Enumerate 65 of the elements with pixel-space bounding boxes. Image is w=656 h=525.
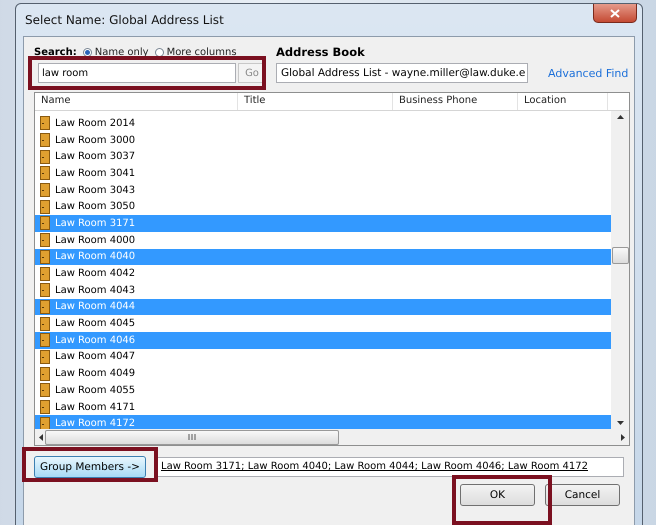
down-arrow-icon xyxy=(616,421,624,425)
name-text: Law Room 4042 xyxy=(55,268,136,280)
name-text: Law Room 4055 xyxy=(55,384,136,396)
up-arrow-icon xyxy=(616,115,624,119)
name-text: Law Room 2014 xyxy=(55,118,136,129)
name-text: Law Room 4040 xyxy=(55,251,136,262)
name-text: Law Room 3000 xyxy=(55,134,136,146)
close-button[interactable] xyxy=(593,4,637,23)
door-icon xyxy=(40,366,50,381)
left-arrow-icon xyxy=(39,434,43,440)
vertical-scrollbar[interactable] xyxy=(611,111,629,429)
column-header[interactable]: Business Phone xyxy=(393,93,518,110)
search-field[interactable]: law room xyxy=(38,63,236,83)
door-icon xyxy=(40,216,50,230)
scroll-thumb[interactable] xyxy=(612,246,628,264)
name-text: Law Room 4047 xyxy=(55,351,136,362)
name-text: Law Room 3041 xyxy=(55,168,136,179)
door-icon xyxy=(40,400,50,414)
address-book-dropdown[interactable]: Global Address List - wayne.miller@law.duke.e xyxy=(276,63,528,83)
address-book-label: Address Book xyxy=(276,45,366,59)
door-icon xyxy=(40,166,50,180)
name-text: Law Room 3050 xyxy=(55,201,136,212)
cancel-button[interactable]: Cancel xyxy=(545,484,620,506)
door-icon xyxy=(40,316,50,331)
search-label: Search: xyxy=(34,46,77,58)
door-icon xyxy=(40,233,50,248)
window-title: Select Name: Global Address List xyxy=(24,13,224,27)
name-text: Law Room 4046 xyxy=(55,334,136,346)
name-row[interactable]: Law Room 4171 xyxy=(35,398,611,416)
column-header[interactable]: Title xyxy=(238,93,393,110)
group-members-button[interactable]: Group Members -> xyxy=(34,456,146,478)
door-icon xyxy=(40,183,50,198)
door-icon xyxy=(40,133,50,148)
close-icon xyxy=(610,8,620,18)
name-text: Law Room 3043 xyxy=(55,184,136,196)
name-text: Law Room 4000 xyxy=(55,234,136,246)
name-text: Law Room 4043 xyxy=(55,284,136,296)
door-icon xyxy=(40,300,50,314)
name-text: Law Room 3171 xyxy=(55,218,136,229)
ok-button[interactable]: OK xyxy=(460,484,535,506)
name-text: Law Room 4049 xyxy=(55,368,136,380)
door-icon xyxy=(40,116,50,130)
radio-button[interactable]: More columns xyxy=(154,46,237,58)
door-icon xyxy=(40,383,50,398)
radio-button[interactable]: Name only xyxy=(82,46,149,58)
grip-icon xyxy=(188,434,196,440)
door-icon xyxy=(40,333,50,348)
door-icon xyxy=(40,416,50,431)
name-text: Law Room 4045 xyxy=(55,318,136,330)
right-arrow-icon xyxy=(621,434,625,440)
advanced-find-link[interactable]: Advanced Find xyxy=(548,66,628,80)
horizontal-scrollbar[interactable] xyxy=(35,429,629,445)
door-icon xyxy=(40,150,50,164)
name-row[interactable]: Law Room 4047 xyxy=(35,348,611,366)
door-icon xyxy=(40,350,50,364)
door-icon xyxy=(40,200,50,214)
name-text: Law Room 4171 xyxy=(55,402,136,413)
door-icon xyxy=(40,266,50,281)
name-text: Law Room 4172 xyxy=(55,418,136,430)
door-icon xyxy=(40,283,50,298)
column-header[interactable]: Location xyxy=(518,93,608,110)
door-icon xyxy=(40,250,50,264)
column-header[interactable]: Name xyxy=(35,93,238,110)
name-text: Law Room 3037 xyxy=(55,151,136,162)
name-text: Law Room 4044 xyxy=(55,301,136,312)
